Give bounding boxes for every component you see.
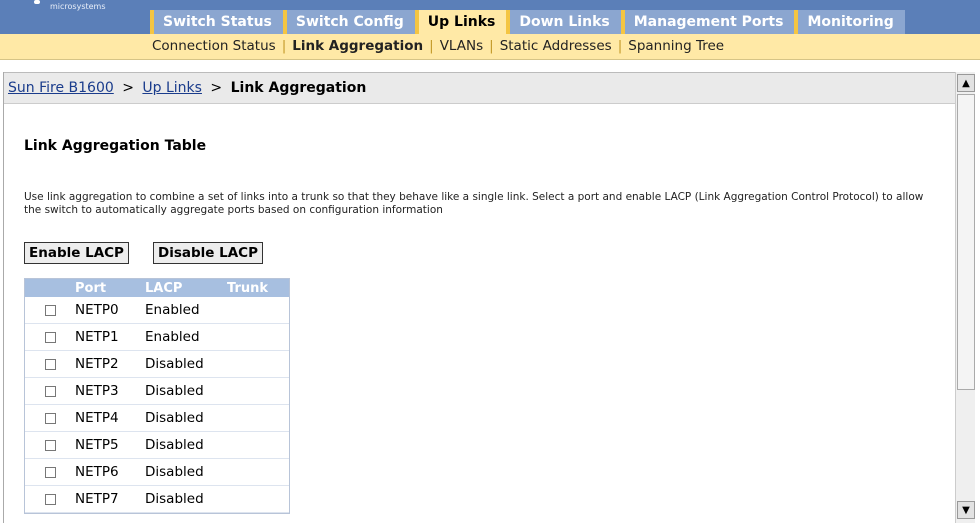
subnav-static-addresses[interactable]: Static Addresses xyxy=(500,38,612,54)
scroll-down-arrow-icon[interactable]: ▼ xyxy=(957,501,975,519)
table-header: Port LACP Trunk xyxy=(25,279,289,297)
subnav-spanning-tree[interactable]: Spanning Tree xyxy=(628,38,724,54)
subnav-separator: | xyxy=(281,38,287,54)
tab-down-links[interactable]: Down Links xyxy=(506,10,621,34)
table-row: NETP7 Disabled xyxy=(25,486,289,513)
page-description: Use link aggregation to combine a set of… xyxy=(24,191,924,216)
subnav-separator: | xyxy=(489,38,494,54)
scrollbar-thumb[interactable] xyxy=(957,94,975,390)
top-banner: microsystems Switch Status Switch Config… xyxy=(0,0,980,34)
row-checkbox[interactable] xyxy=(44,493,56,505)
disable-lacp-button[interactable]: Disable LACP xyxy=(153,242,263,264)
subnav-vlans[interactable]: VLANs xyxy=(440,38,483,54)
page-title: Link Aggregation Table xyxy=(24,138,207,154)
main-tabs: Switch Status Switch Config Up Links Dow… xyxy=(150,10,907,34)
port-cell: NETP2 xyxy=(75,356,119,372)
column-header-port: Port xyxy=(75,280,107,296)
lacp-cell: Disabled xyxy=(145,437,204,453)
row-checkbox[interactable] xyxy=(44,358,56,370)
table-row: NETP4 Disabled xyxy=(25,405,289,432)
column-header-lacp: LACP xyxy=(145,280,183,296)
column-header-trunk: Trunk xyxy=(227,280,269,296)
subnav-separator: | xyxy=(617,38,623,54)
tab-switch-config[interactable]: Switch Config xyxy=(282,10,415,34)
row-checkbox[interactable] xyxy=(44,439,56,451)
lacp-cell: Disabled xyxy=(145,356,204,372)
sun-logo-icon xyxy=(34,0,40,4)
row-checkbox[interactable] xyxy=(44,331,56,343)
row-checkbox[interactable] xyxy=(44,385,56,397)
logo-text: microsystems xyxy=(50,2,106,11)
subnav-separator: | xyxy=(429,38,434,54)
row-checkbox[interactable] xyxy=(44,304,56,316)
link-aggregation-table: Port LACP Trunk NETP0 Enabled NETP1 Enab… xyxy=(24,278,290,514)
table-row: NETP0 Enabled xyxy=(25,297,289,324)
breadcrumb: Sun Fire B1600 > Up Links > Link Aggrega… xyxy=(4,72,955,104)
lacp-cell: Enabled xyxy=(145,329,200,345)
tab-monitoring[interactable]: Monitoring xyxy=(794,10,905,34)
lacp-cell: Disabled xyxy=(145,464,204,480)
vertical-scrollbar[interactable]: ▲ ▼ xyxy=(955,72,975,523)
port-cell: NETP4 xyxy=(75,410,119,426)
lacp-cell: Disabled xyxy=(145,491,204,507)
breadcrumb-current: Link Aggregation xyxy=(230,80,367,96)
breadcrumb-link-up-links[interactable]: Up Links xyxy=(142,80,202,96)
table-row: NETP3 Disabled xyxy=(25,378,289,405)
content-frame-border xyxy=(3,72,4,523)
row-checkbox[interactable] xyxy=(44,412,56,424)
port-cell: NETP1 xyxy=(75,329,119,345)
tab-switch-status[interactable]: Switch Status xyxy=(150,10,283,34)
table-row: NETP6 Disabled xyxy=(25,459,289,486)
enable-lacp-button[interactable]: Enable LACP xyxy=(24,242,129,264)
lacp-cell: Enabled xyxy=(145,302,200,318)
breadcrumb-link-home[interactable]: Sun Fire B1600 xyxy=(8,80,114,96)
port-cell: NETP7 xyxy=(75,491,119,507)
port-cell: NETP6 xyxy=(75,464,119,480)
table-row: NETP5 Disabled xyxy=(25,432,289,459)
row-checkbox[interactable] xyxy=(44,466,56,478)
table-row: NETP1 Enabled xyxy=(25,324,289,351)
tab-up-links[interactable]: Up Links xyxy=(414,10,507,34)
subnav-link-aggregation[interactable]: Link Aggregation xyxy=(292,38,423,54)
port-cell: NETP3 xyxy=(75,383,119,399)
scroll-up-arrow-icon[interactable]: ▲ xyxy=(957,74,975,92)
lacp-cell: Disabled xyxy=(145,383,204,399)
tab-management-ports[interactable]: Management Ports xyxy=(620,10,795,34)
table-row: NETP2 Disabled xyxy=(25,351,289,378)
breadcrumb-separator: > xyxy=(122,80,134,96)
sub-navigation: Connection Status | Link Aggregation | V… xyxy=(0,34,980,60)
subnav-connection-status[interactable]: Connection Status xyxy=(152,38,276,54)
lacp-cell: Disabled xyxy=(145,410,204,426)
port-cell: NETP0 xyxy=(75,302,119,318)
breadcrumb-separator: > xyxy=(210,80,223,96)
port-cell: NETP5 xyxy=(75,437,119,453)
